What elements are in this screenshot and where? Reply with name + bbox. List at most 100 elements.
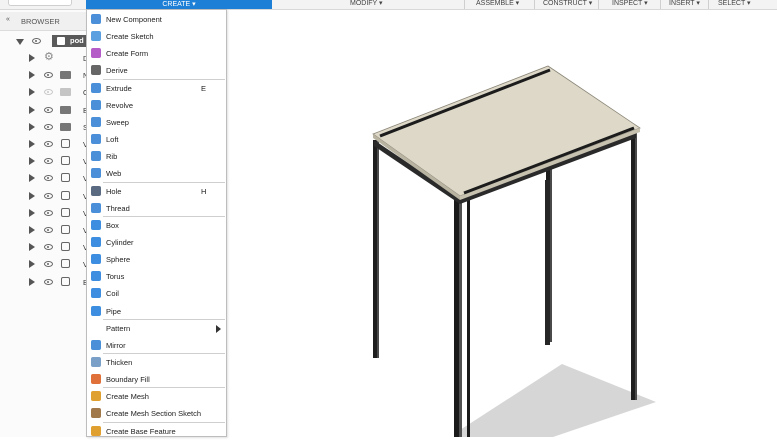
browser-root-component[interactable]: pod [0,33,88,50]
visibility-eye-icon[interactable] [44,209,53,216]
hole-icon [91,185,101,196]
select-menu-button[interactable]: SELECT ▾ [718,0,751,9]
browser-tree-item[interactable]: V [0,222,88,239]
browser-tree-item[interactable]: S [0,119,88,136]
menu-item-mirror[interactable]: Mirror [87,337,226,354]
menu-item-boundary-fill[interactable]: Boundary Fill [87,371,226,388]
mirror-icon [91,339,101,350]
browser-tree-item[interactable]: V [0,170,88,187]
toolbar-left-tab[interactable] [8,0,72,6]
visibility-eye-icon[interactable] [44,175,53,182]
menu-item-label: Create Mesh Section Sketch [106,409,202,419]
visibility-eye-icon[interactable] [44,72,53,79]
table-leg-front-right [454,198,470,437]
menu-item-derive[interactable]: Derive [87,62,226,79]
menu-item-label: Thread [106,203,130,213]
create-menu-button[interactable]: CREATE ▾ [86,0,272,9]
menu-item-label: Box [106,220,119,230]
table-leg-front-left [373,140,379,358]
expand-arrow-icon[interactable] [29,174,35,183]
visibility-eye-icon[interactable] [44,123,53,130]
menu-item-thread[interactable]: Thread [87,200,226,217]
menu-item-cylinder[interactable]: Cylinder [87,234,226,251]
browser-tree-item[interactable]: Named [0,67,107,84]
browser-tree-item[interactable]: V [0,188,88,205]
expand-arrow-icon[interactable] [29,226,35,234]
browser-tree-item[interactable]: V [0,136,88,153]
sphere-icon [91,254,101,265]
visibility-eye-icon[interactable] [44,141,53,147]
menu-item-label: Sweep [106,117,129,127]
menu-item-pattern[interactable]: Pattern [87,320,226,337]
menu-item-revolve[interactable]: Revolve [87,97,226,114]
visibility-eye-icon[interactable] [44,244,53,251]
menu-item-create-mesh[interactable]: Create Mesh [87,388,226,405]
menu-item-loft[interactable]: Loft [87,131,226,148]
menu-item-coil[interactable]: Coil [87,285,226,302]
browser-tree-item[interactable]: B [0,102,88,119]
collapse-arrow-icon[interactable] [16,39,24,45]
expand-arrow-icon[interactable] [29,54,35,62]
menu-item-torus[interactable]: Torus [87,268,226,285]
menu-item-box[interactable]: Box [87,217,226,234]
inspect-menu-button[interactable]: INSPECT ▾ [612,0,648,9]
expand-arrow-icon[interactable] [29,277,35,286]
3d-viewport[interactable] [228,10,777,437]
browser-title: BROWSER [21,17,60,26]
menu-item-create-base-feature[interactable]: Create Base Feature [87,423,226,440]
browser-tree-item[interactable]: V [0,153,88,170]
menu-item-create-form[interactable]: Create Form [87,45,226,62]
toolbar-divider [660,0,661,9]
menu-item-sphere[interactable]: Sphere [87,251,226,268]
torus-icon [91,271,101,282]
expand-arrow-icon[interactable] [29,208,35,217]
body-icon [61,190,70,200]
visibility-eye-icon[interactable] [44,227,53,233]
insert-menu-button[interactable]: INSERT ▾ [669,0,700,9]
menu-item-label: Boundary Fill [106,375,150,385]
browser-tree-item[interactable]: O [0,84,89,101]
menu-item-web[interactable]: Web [87,165,226,182]
expand-arrow-icon[interactable] [29,260,35,269]
menu-item-label: Rib [106,152,118,162]
expand-arrow-icon[interactable] [29,140,35,148]
menu-item-hole[interactable]: Hole H [87,183,226,200]
expand-arrow-icon[interactable] [29,88,35,97]
table-leg-back-middle [545,180,550,345]
expand-arrow-icon[interactable] [29,71,35,80]
visibility-eye-icon[interactable] [44,261,53,268]
visibility-eye-icon[interactable] [44,192,53,199]
visibility-eye-icon[interactable] [44,106,53,113]
collapse-browser-icon[interactable]: « [6,16,10,23]
expand-arrow-icon[interactable] [29,191,35,200]
menu-item-sweep[interactable]: Sweep [87,114,226,131]
expand-arrow-icon[interactable] [29,122,35,131]
derive-icon [91,65,101,76]
menu-item-rib[interactable]: Rib [87,148,226,165]
modify-menu-button[interactable]: MODIFY ▾ [350,0,383,9]
expand-arrow-icon[interactable] [29,105,35,114]
construct-menu-button[interactable]: CONSTRUCT ▾ [543,0,592,9]
menu-item-extrude[interactable]: Extrude E [87,80,226,97]
menu-item-label: Mirror [106,340,126,350]
menu-item-new-component[interactable]: New Component [87,11,226,28]
visibility-eye-icon[interactable] [32,38,41,44]
visibility-eye-icon[interactable] [44,158,53,165]
rib-icon [91,151,101,162]
browser-tree-item[interactable]: V [0,239,88,256]
body-icon [61,259,70,269]
menu-item-create-sketch[interactable]: Create Sketch [87,28,226,45]
menu-item-pipe[interactable]: Pipe [87,303,226,320]
body-icon [61,139,70,148]
menu-item-create-mesh-section-sketch[interactable]: Create Mesh Section Sketch [87,405,226,422]
menu-item-thicken[interactable]: Thicken [87,354,226,371]
browser-tree-item[interactable]: ⚙Docum [0,50,107,67]
browser-tree-item[interactable]: V [0,205,88,222]
browser-tree-item[interactable]: V [0,256,88,273]
expand-arrow-icon[interactable] [29,243,35,252]
visibility-eye-icon[interactable] [44,278,53,285]
visibility-eye-icon[interactable] [44,89,53,96]
expand-arrow-icon[interactable] [29,157,35,166]
browser-tree-item[interactable]: B [0,274,88,291]
assemble-menu-button[interactable]: ASSEMBLE ▾ [476,0,519,9]
